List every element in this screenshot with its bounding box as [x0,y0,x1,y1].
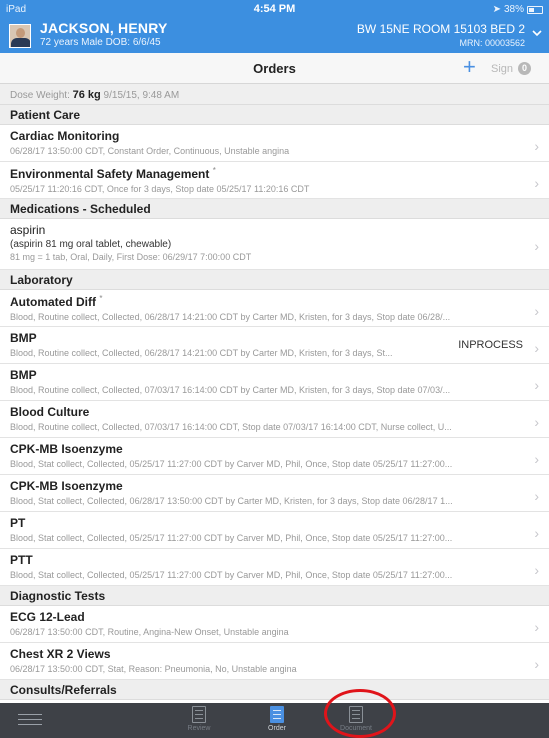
order-row[interactable]: CPK-MB Isoenzyme Blood, Stat collect, Co… [0,475,549,512]
chevron-right-icon: › [534,175,539,191]
battery-icon [527,5,543,14]
chevron-right-icon: › [534,656,539,672]
order-name: Chest XR 2 Views [10,647,111,661]
chevron-right-icon: › [534,525,539,541]
order-row[interactable]: Cardiac Monitoring 06/28/17 13:50:00 CDT… [0,125,549,162]
order-detail: Blood, Routine collect, Collected, 06/28… [10,348,393,358]
order-name: Environmental Safety Management [10,167,210,181]
chevron-right-icon: › [534,451,539,467]
section-header: Consults/Referrals [0,680,549,700]
order-name-wrap: Automated Diff * [10,294,519,309]
order-name: BMP [10,368,37,382]
chevron-right-icon: › [534,238,539,254]
chevron-right-icon: › [534,138,539,154]
location-icon: ➤ [492,4,501,15]
section-header: Laboratory [0,270,549,290]
status-badge: INPROCESS [458,339,523,351]
chevron-right-icon: › [534,414,539,430]
order-name: PT [10,516,26,530]
order-detail: 05/25/17 11:20:16 CDT, Once for 3 days, … [10,184,310,194]
order-detail: Blood, Routine collect, Collected, 07/03… [10,422,452,432]
order-mark: * [99,294,103,303]
chevron-right-icon: › [534,619,539,635]
order-name: CPK-MB Isoenzyme [10,479,123,493]
order-row[interactable]: CPK-MB Isoenzyme Blood, Stat collect, Co… [0,438,549,475]
order-row[interactable]: Chest XR 2 Views 06/28/17 13:50:00 CDT, … [0,643,549,680]
dose-timestamp: 9/15/15, 9:48 AM [103,90,180,101]
hamburger-icon[interactable] [18,714,42,728]
highlight-circle [324,689,396,738]
order-row[interactable]: ECG 12-Lead 06/28/17 13:50:00 CDT, Routi… [0,606,549,643]
tab-label: Review [187,725,211,732]
patient-name[interactable]: JACKSON, HENRY [40,20,168,36]
dose-value: 76 kg [72,89,101,101]
order-detail: Blood, Stat collect, Collected, 05/25/17… [10,533,453,543]
order-row[interactable]: Blood Culture Blood, Routine collect, Co… [0,401,549,438]
add-order-button[interactable]: + [463,55,476,79]
order-row[interactable]: Automated Diff * Blood, Routine collect,… [0,290,549,327]
order-name: Blood Culture [10,405,90,419]
tab-order[interactable]: Order [252,706,302,732]
patient-location: BW 15NE ROOM 15103 BED 2 [356,22,525,36]
order-row[interactable]: BMP Blood, Routine collect, Collected, 0… [0,327,549,364]
sign-count-badge: 0 [518,62,532,75]
order-icon [270,706,284,723]
document-icon [192,706,206,723]
order-detail: Blood, Routine collect, Collected, 06/28… [10,312,451,322]
order-row[interactable]: BMP Blood, Routine collect, Collected, 0… [0,364,549,401]
battery-percent: 38% [503,4,524,15]
chevron-right-icon: › [534,488,539,504]
chevron-right-icon: › [534,340,539,356]
patient-demographics: 72 years Male DOB: 6/6/45 [40,37,161,48]
section-header: Diagnostic Tests [0,586,549,606]
order-row[interactable]: Environmental Safety Management * 05/25/… [0,162,549,199]
order-detail: 81 mg = 1 tab, Oral, Daily, First Dose: … [10,252,252,262]
tab-label: Order [268,725,286,732]
orders-list: Patient Care Cardiac Monitoring 06/28/17… [0,105,549,700]
chevron-down-icon[interactable] [532,28,542,38]
patient-mrn: MRN: 00003562 [459,38,525,48]
order-name-wrap: Environmental Safety Management * [10,166,519,181]
order-detail: 06/28/17 13:50:00 CDT, Routine, Angina-N… [10,627,289,637]
order-name: Cardiac Monitoring [10,129,120,143]
order-name: CPK-MB Isoenzyme [10,442,123,456]
order-row[interactable]: aspirin (aspirin 81 mg oral tablet, chew… [0,219,549,270]
bottom-tab-bar: Review Order Document [0,703,549,738]
chevron-right-icon: › [534,562,539,578]
order-name: Automated Diff [10,295,96,309]
orders-toolbar: Orders + Sign 0 [0,53,549,84]
order-detail: Blood, Routine collect, Collected, 07/03… [10,385,451,395]
order-name: PTT [10,553,33,567]
dose-weight-row: Dose Weight: 76 kg 9/15/15, 9:48 AM [0,84,549,105]
tab-review[interactable]: Review [174,706,224,732]
order-detail: Blood, Stat collect, Collected, 06/28/17… [10,496,453,506]
order-detail: 06/28/17 13:50:00 CDT, Stat, Reason: Pne… [10,664,297,674]
order-detail: 06/28/17 13:50:00 CDT, Constant Order, C… [10,146,290,156]
chevron-right-icon: › [534,377,539,393]
patient-avatar[interactable] [9,24,31,48]
status-time: 4:54 PM [253,3,296,15]
order-name: ECG 12-Lead [10,610,85,624]
order-row[interactable]: PTT Blood, Stat collect, Collected, 05/2… [0,549,549,586]
section-header: Medications - Scheduled [0,199,549,219]
order-subtitle: (aspirin 81 mg oral tablet, chewable) [10,239,172,250]
patient-header: iPad 4:54 PM ➤ 38% JACKSON, HENRY 72 yea… [0,0,549,53]
order-row[interactable]: PT Blood, Stat collect, Collected, 05/25… [0,512,549,549]
chevron-right-icon: › [534,303,539,319]
section-header: Patient Care [0,105,549,125]
sign-label: Sign [491,62,514,75]
order-detail: Blood, Stat collect, Collected, 05/25/17… [10,459,453,469]
dose-label: Dose Weight: [10,90,70,101]
status-indicators: ➤ 38% [493,4,543,15]
order-detail: Blood, Stat collect, Collected, 05/25/17… [10,570,453,580]
order-name: aspirin [10,223,46,237]
order-mark: * [212,166,216,175]
sign-button[interactable]: Sign 0 [491,62,532,75]
order-name: BMP [10,331,37,345]
